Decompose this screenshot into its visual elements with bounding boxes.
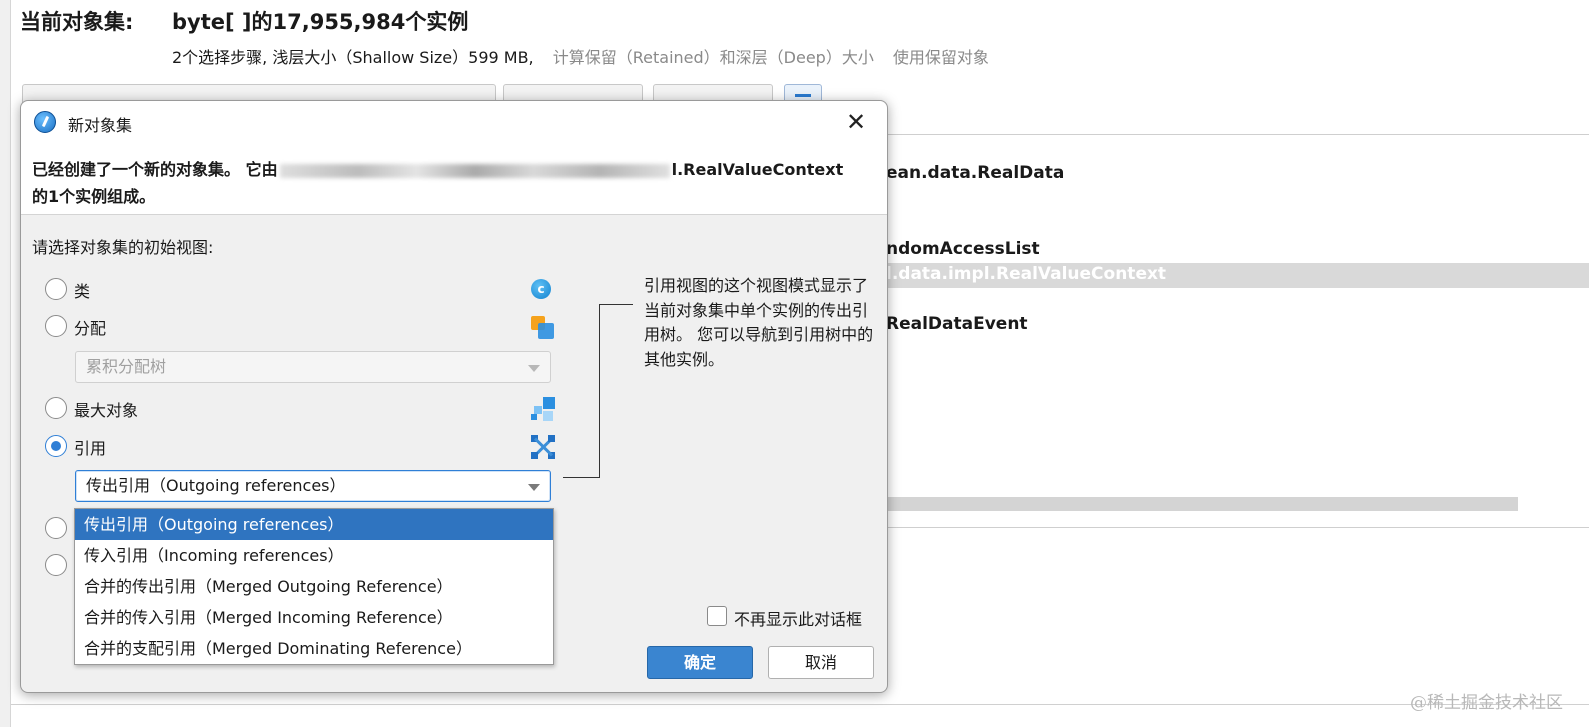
radio-button[interactable]	[45, 278, 67, 300]
tree-row[interactable]: ean.data.RealData	[886, 163, 1064, 183]
tree-row-selected[interactable]: l.data.impl.RealValueContext	[886, 263, 1589, 288]
radio-button[interactable]	[45, 517, 67, 539]
dont-show-again-label: 不再显示此对话框	[734, 610, 863, 629]
new-object-set-dialog: 新对象集 ✕ 已经创建了一个新的对象集。 它由 l.RealValueContex…	[20, 100, 888, 693]
radio-button[interactable]	[45, 397, 67, 419]
use-retained-objects-link[interactable]: 使用保留对象	[893, 48, 989, 67]
description-connector	[563, 477, 600, 478]
description-connector	[599, 304, 600, 478]
message-area: 已经创建了一个新的对象集。 它由 l.RealValueContext 的1个实例…	[21, 143, 887, 215]
dropdown-item-merged-dominating[interactable]: 合并的支配引用（Merged Dominating Reference）	[75, 633, 553, 664]
message-prefix: 已经创建了一个新的对象集。 它由	[32, 160, 278, 179]
allocation-icon	[531, 316, 555, 340]
dont-show-again-checkbox-row[interactable]: 不再显示此对话框	[707, 606, 877, 629]
radio-option-references[interactable]: 引用	[45, 435, 505, 459]
radio-button[interactable]	[45, 315, 67, 337]
allocation-tree-select: 累积分配树	[75, 351, 551, 383]
dropdown-item-outgoing[interactable]: 传出引用（Outgoing references）	[75, 509, 553, 540]
panel-divider-bottom	[888, 527, 1589, 528]
message-line-2: 的1个实例组成。	[32, 187, 156, 206]
tree-row-selected-label: l.data.impl.RealValueContext	[886, 264, 1167, 284]
close-button[interactable]: ✕	[841, 107, 871, 137]
references-icon	[531, 435, 555, 459]
ok-button[interactable]: 确定	[647, 646, 753, 679]
initial-view-prompt: 请选择对象集的初始视图:	[32, 238, 214, 257]
references-mode-dropdown: 传出引用（Outgoing references） 传入引用（Incoming …	[74, 508, 554, 665]
tree-row[interactable]: ndomAccessList	[886, 239, 1040, 259]
radio-option-hidden-2[interactable]	[45, 554, 75, 578]
redacted-class-name	[279, 163, 670, 178]
shallow-size-summary: 2个选择步骤, 浅层大小（Shallow Size）599 MB,	[172, 48, 534, 67]
references-mode-select-value: 传出引用（Outgoing references）	[86, 476, 346, 495]
dropdown-item-incoming[interactable]: 传入引用（Incoming references）	[75, 540, 553, 571]
radio-button-checked[interactable]	[45, 435, 67, 457]
allocation-tree-select-value: 累积分配树	[86, 357, 167, 376]
view-mode-description: 引用视图的这个视图模式显示了当前对象集中单个实例的传出引用树。 您可以导航到引用…	[644, 276, 874, 369]
dialog-titlebar[interactable]: 新对象集 ✕	[21, 101, 887, 143]
radio-label-allocations: 分配	[74, 319, 107, 338]
watermark: @稀土掘金技术社区	[1410, 693, 1563, 713]
message-line-1: 已经创建了一个新的对象集。 它由 l.RealValueContext	[32, 156, 843, 180]
message-suffix: l.RealValueContext	[671, 160, 844, 179]
dropdown-item-merged-outgoing[interactable]: 合并的传出引用（Merged Outgoing Reference）	[75, 571, 553, 602]
current-object-set-title: byte[ ]的17,955,984个实例	[172, 10, 469, 34]
biggest-objects-icon	[531, 397, 555, 421]
dont-show-again-checkbox[interactable]	[707, 606, 727, 626]
class-icon: c	[531, 279, 551, 299]
horizontal-scrollbar[interactable]	[888, 497, 1518, 511]
dialog-title: 新对象集	[68, 116, 133, 135]
chevron-down-icon	[528, 365, 540, 372]
radio-label-classes: 类	[74, 282, 91, 301]
cancel-button[interactable]: 取消	[768, 646, 874, 679]
references-mode-select[interactable]: 传出引用（Outgoing references）	[75, 470, 551, 502]
object-set-summary: 2个选择步骤, 浅层大小（Shallow Size）599 MB, 计算保留（R…	[172, 44, 989, 68]
tree-row[interactable]: RealDataEvent	[886, 314, 1028, 334]
radio-option-classes[interactable]: 类	[45, 278, 505, 302]
calculate-retained-link[interactable]: 计算保留（Retained）和深层（Deep）大小	[553, 48, 874, 67]
dropdown-item-merged-incoming[interactable]: 合并的传入引用（Merged Incoming Reference）	[75, 602, 553, 633]
description-connector	[599, 304, 633, 305]
radio-option-hidden-1[interactable]	[45, 517, 75, 541]
chevron-down-icon	[528, 484, 540, 491]
app-compass-icon	[34, 111, 56, 133]
left-window-edge	[0, 0, 11, 727]
radio-label-references: 引用	[74, 439, 107, 458]
radio-option-allocations[interactable]: 分配	[45, 315, 505, 339]
radio-button[interactable]	[45, 554, 67, 576]
radio-option-biggest-objects[interactable]: 最大对象	[45, 397, 505, 421]
close-icon: ✕	[845, 108, 867, 136]
radio-label-biggest-objects: 最大对象	[74, 401, 139, 420]
status-divider	[11, 704, 1589, 705]
panel-divider-top	[888, 134, 1589, 135]
current-object-set-label: 当前对象集:	[20, 10, 134, 34]
